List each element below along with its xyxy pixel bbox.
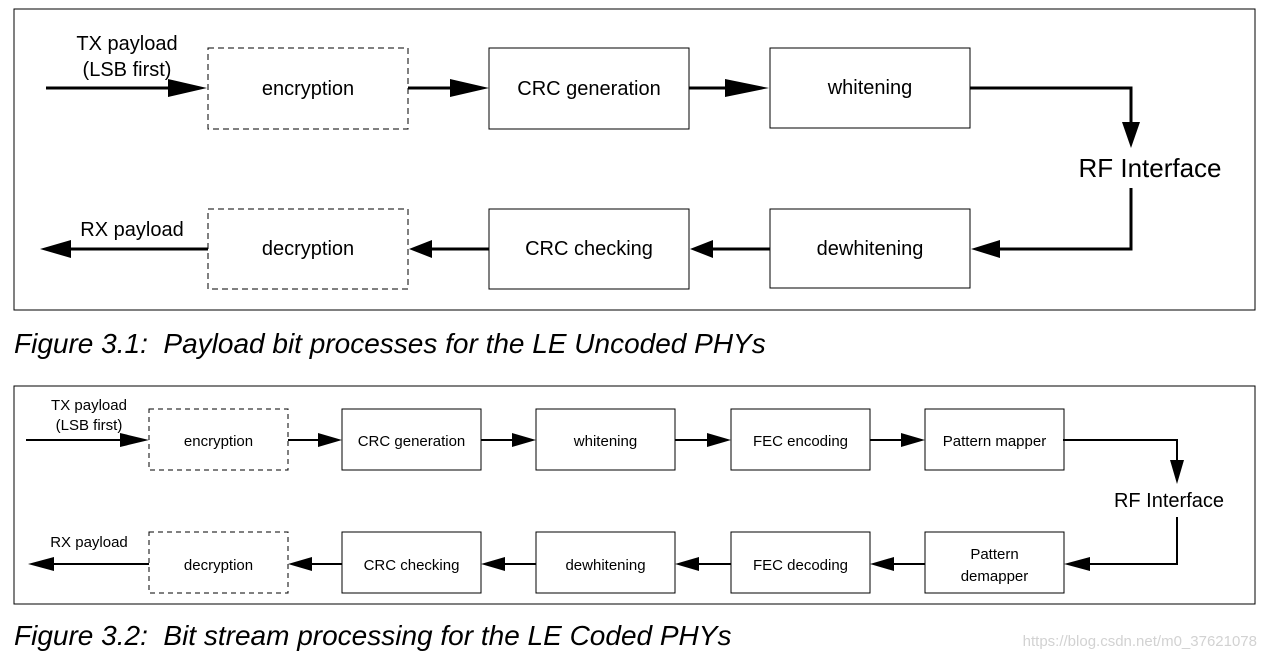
figure2-rf-interface-label: RF Interface bbox=[1114, 490, 1224, 512]
figure2-rx-output-arrowhead bbox=[28, 557, 54, 571]
figure2-rx-dewhitening-label: dewhitening bbox=[565, 557, 645, 574]
figure2-rx-arrowhead-3 bbox=[675, 557, 699, 571]
figure2-tx-encryption-label: encryption bbox=[184, 433, 253, 450]
figure1-arrowhead-rf-dewhiten bbox=[971, 240, 1000, 258]
figure1-frame bbox=[13, 8, 1256, 311]
figure2-tx-arrowhead-3 bbox=[707, 433, 731, 447]
figure2-arrowhead-mapper-rf bbox=[1170, 460, 1184, 484]
figure2-tx-arrowhead-2 bbox=[512, 433, 536, 447]
figure1-arrowhead-crc-decrypt bbox=[409, 240, 432, 258]
figure2-tx-whitening-label: whitening bbox=[573, 433, 637, 450]
figure1-decryption-label: decryption bbox=[262, 238, 354, 260]
figure2-rx-crc-checking-label: CRC checking bbox=[364, 557, 460, 574]
figure1-arrowhead-whiten-rf bbox=[1122, 122, 1140, 148]
figure1-encryption-label: encryption bbox=[262, 78, 354, 100]
figure2-caption: Figure 3.2: Bit stream processing for th… bbox=[14, 620, 732, 651]
figure1-tx-label-line2: (LSB first) bbox=[83, 59, 172, 81]
figure1-rf-interface-label: RF Interface bbox=[1078, 153, 1221, 183]
figure2-tx-label-line2: (LSB first) bbox=[56, 417, 123, 434]
figure1-dewhitening-label: dewhitening bbox=[817, 238, 924, 260]
figure2-rx-label: RX payload bbox=[50, 534, 128, 551]
watermark: https://blog.csdn.net/m0_37621078 bbox=[1022, 633, 1257, 650]
figure2-tx-input-arrowhead bbox=[120, 433, 149, 447]
figure2-tx-arrowhead-4 bbox=[901, 433, 925, 447]
figure2-rx-fec-decoding-label: FEC decoding bbox=[753, 557, 848, 574]
figure2-arrow-rf-demapper bbox=[1088, 517, 1178, 565]
figure2-arrow-mapper-rf bbox=[1063, 439, 1178, 460]
figure1-rx-label: RX payload bbox=[80, 219, 183, 241]
figure1-crc-checking-label: CRC checking bbox=[525, 238, 653, 260]
figure1-rx-output-arrowhead bbox=[40, 240, 71, 258]
figure2-rx-decryption-label: decryption bbox=[184, 557, 253, 574]
figure2-tx-arrowhead-1 bbox=[318, 433, 342, 447]
figure2-rx-arrowhead-1 bbox=[288, 557, 312, 571]
figure2-tx-crc-generation-label: CRC generation bbox=[358, 433, 466, 450]
figure1-tx-input-arrowhead bbox=[168, 79, 207, 97]
figure2-rx-pattern-demapper-label: demapper bbox=[961, 568, 1029, 585]
figure1-arrow-whiten-rf bbox=[970, 86, 1133, 122]
figure1-caption: Figure 3.1: Payload bit processes for th… bbox=[14, 328, 766, 359]
figure1-arrowhead-crc-whiten bbox=[725, 79, 769, 97]
figure1-whitening-label: whitening bbox=[827, 77, 913, 99]
figure1-arrowhead-enc-crc bbox=[450, 79, 489, 97]
figure2-tx-pattern-mapper-label: Pattern mapper bbox=[943, 433, 1046, 450]
figure1-tx-label-line1: TX payload bbox=[76, 33, 177, 55]
figure1-arrow-rf-dewhiten bbox=[1000, 188, 1133, 251]
figure2-rx-pattern-demapper-label: Pattern bbox=[970, 546, 1018, 563]
figure2-rx-arrowhead-2 bbox=[481, 557, 505, 571]
figure2-tx-label-line1: TX payload bbox=[51, 397, 127, 414]
figure2-arrowhead-rf-demapper bbox=[1064, 557, 1090, 571]
figure2-rx-arrowhead-4 bbox=[870, 557, 894, 571]
figure2-tx-fec-encoding-label: FEC encoding bbox=[753, 433, 848, 450]
figure1-arrowhead-dewhiten-crc bbox=[690, 240, 713, 258]
figure1-crc-generation-label: CRC generation bbox=[517, 78, 660, 100]
